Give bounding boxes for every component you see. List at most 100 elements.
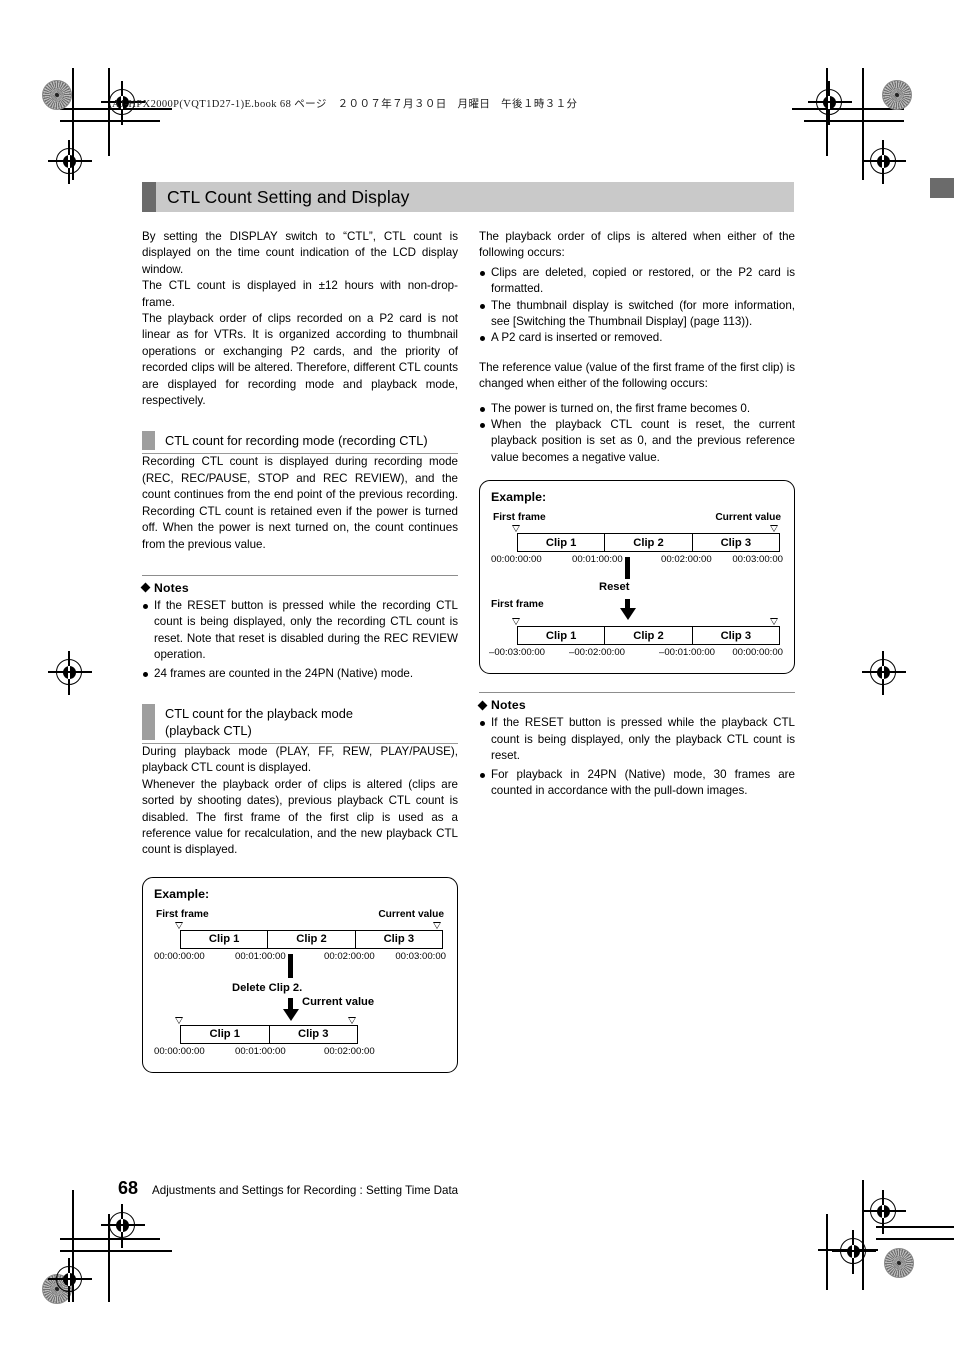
first-frame-marker-icon bbox=[175, 921, 184, 929]
page-footer: 68 Adjustments and Settings for Recordin… bbox=[118, 1178, 458, 1199]
diamond-icon bbox=[477, 700, 488, 711]
current-value-marker-icon bbox=[433, 921, 441, 929]
page-title-bar: CTL Count Setting and Display bbox=[142, 182, 794, 212]
marker-row bbox=[512, 617, 783, 626]
notes-title-row: Notes bbox=[477, 698, 795, 712]
crop-mark-line bbox=[60, 1238, 160, 1240]
list-item: If the RESET button is pressed while the… bbox=[142, 598, 458, 664]
crop-mark-line bbox=[108, 120, 110, 156]
track-labels-row: First frame Current value bbox=[491, 512, 783, 523]
registration-target bbox=[48, 651, 92, 695]
crop-mark-line bbox=[60, 1250, 172, 1252]
registration-target bbox=[862, 651, 906, 695]
clip-cell: Clip 1 bbox=[518, 627, 606, 645]
left-column: By setting the DISPLAY switch to “CTL”, … bbox=[140, 229, 458, 1073]
first-frame-marker-icon bbox=[512, 525, 521, 533]
clip-cell: Clip 1 bbox=[181, 930, 269, 948]
reference-value-intro: The reference value (value of the first … bbox=[479, 360, 795, 391]
page-header-text: AJ-HPX2000P(VQT1D27-1)E.book 68 ページ ２００７… bbox=[112, 99, 578, 110]
notes-title-label: Notes bbox=[154, 580, 189, 595]
timecode-label: 00:00:00:00 bbox=[732, 647, 783, 659]
subhead-marker bbox=[142, 703, 155, 740]
recording-ctl-body: Recording CTL count is displayed during … bbox=[142, 455, 458, 551]
notes-list: If the RESET button is pressed while the… bbox=[479, 715, 795, 799]
registration-target bbox=[862, 140, 906, 184]
transition-caption: Delete Clip 2. bbox=[232, 981, 303, 994]
notes-title-row: Notes bbox=[140, 580, 458, 595]
notes-divider bbox=[479, 692, 795, 694]
page-title: CTL Count Setting and Display bbox=[167, 186, 410, 207]
label-current-value-2: Current value bbox=[302, 995, 375, 1008]
label-first-frame-2: First frame bbox=[491, 599, 544, 611]
first-frame-marker-icon bbox=[512, 618, 521, 626]
reference-value-list: The power is turned on, the first frame … bbox=[479, 401, 795, 467]
current-value-marker-icon bbox=[770, 618, 778, 626]
crop-mark-line bbox=[862, 1180, 864, 1290]
clip-cell: Clip 2 bbox=[605, 627, 693, 645]
list-item: The thumbnail display is switched (for m… bbox=[479, 298, 795, 331]
marker-row bbox=[512, 524, 783, 533]
transition-arrow-stem bbox=[625, 557, 630, 580]
crop-mark-line bbox=[876, 1238, 954, 1240]
playback-ctl-body-2: Whenever the playback order of clips is … bbox=[142, 777, 458, 857]
top-timecode-row: 00:00:00:00 00:01:00:00 00:02:00:00 00:0… bbox=[154, 951, 446, 966]
clip-cell: Clip 2 bbox=[268, 930, 356, 948]
crop-mark-line bbox=[804, 120, 904, 122]
current-value-marker-icon bbox=[770, 525, 778, 533]
registration-dot bbox=[882, 80, 912, 110]
timecode-label: 00:03:00:00 bbox=[732, 554, 783, 566]
example-title: Example: bbox=[154, 886, 210, 901]
list-item: A P2 card is inserted or removed. bbox=[479, 330, 795, 346]
timecode-label: 00:00:00:00 bbox=[491, 554, 542, 566]
timecode-label: 00:00:00:00 bbox=[154, 1045, 205, 1057]
diamond-icon bbox=[140, 582, 151, 593]
clip-track: Clip 1 Clip 2 Clip 3 bbox=[180, 929, 443, 949]
crop-mark-line bbox=[60, 120, 160, 122]
registration-dot bbox=[42, 80, 72, 110]
label-current-value: Current value bbox=[378, 908, 444, 920]
clip-track: Clip 1 Clip 2 Clip 3 bbox=[517, 626, 780, 646]
crop-mark-line bbox=[826, 120, 828, 156]
top-timecode-row: 00:00:00:00 00:01:00:00 00:02:00:00 00:0… bbox=[491, 554, 783, 569]
playback-order-intro: The playback order of clips is altered w… bbox=[479, 230, 795, 260]
subhead-label-line1: CTL count for the playback mode bbox=[165, 705, 354, 721]
registration-target bbox=[862, 1190, 906, 1234]
example-box-delete-clip: Example: First frame Current value Clip … bbox=[142, 876, 458, 1073]
bottom-track-wrap: Clip 1 Clip 2 Clip 3 bbox=[491, 617, 783, 646]
intro-paragraph-3: The playback order of clips recorded on … bbox=[142, 312, 458, 408]
list-item: Clips are deleted, copied or restored, o… bbox=[479, 265, 795, 298]
timecode-label: 00:02:00:00 bbox=[324, 1045, 375, 1057]
clip-cell: Clip 3 bbox=[298, 1028, 329, 1041]
top-track-wrap: Clip 1 Clip 2 Clip 3 bbox=[491, 524, 783, 553]
subsection-heading-recording-ctl: CTL count for recording mode (recording … bbox=[142, 431, 458, 455]
clip-cell: Clip 3 bbox=[720, 536, 752, 549]
two-column-body: By setting the DISPLAY switch to “CTL”, … bbox=[140, 229, 796, 1073]
timecode-label: 00:01:00:00 bbox=[572, 554, 623, 566]
intro-paragraph-1: By setting the DISPLAY switch to “CTL”, … bbox=[142, 230, 458, 276]
clip-cell: Clip 1 bbox=[518, 534, 606, 552]
page-content: CTL Count Setting and Display By setting… bbox=[140, 182, 796, 1073]
transition-caption: Reset bbox=[599, 581, 630, 594]
label-first-frame: First frame bbox=[156, 908, 209, 920]
timecode-label: –00:02:00:00 bbox=[569, 647, 626, 659]
corner-block bbox=[930, 178, 954, 198]
subhead-marker bbox=[142, 431, 155, 451]
marker-row bbox=[175, 1016, 446, 1025]
clip-track: Clip 1 Clip 2 Clip 3 bbox=[517, 533, 780, 553]
transition-zone: Reset First frame bbox=[491, 557, 783, 621]
clip-cell: Clip 2 bbox=[605, 534, 693, 552]
track-labels-row: First frame Current value bbox=[154, 909, 446, 920]
title-marker bbox=[142, 182, 156, 212]
registration-target bbox=[48, 1258, 92, 1302]
clip-cell: Clip 3 bbox=[383, 933, 415, 946]
playback-ctl-body-1: During playback mode (PLAY, FF, REW, PLA… bbox=[142, 744, 458, 775]
crop-mark-line bbox=[792, 108, 904, 110]
subhead-label-line2: (playback CTL) bbox=[165, 722, 252, 738]
label-first-frame: First frame bbox=[493, 512, 546, 524]
crop-mark-line bbox=[862, 68, 864, 180]
bottom-track-wrap: Clip 1 Clip 3 bbox=[154, 1016, 446, 1044]
label-current-value: Current value bbox=[715, 512, 781, 524]
clip-cell: Clip 1 bbox=[181, 1025, 270, 1043]
clip-track: Clip 1 Clip 3 bbox=[180, 1024, 358, 1044]
crop-mark-line bbox=[876, 1226, 954, 1228]
